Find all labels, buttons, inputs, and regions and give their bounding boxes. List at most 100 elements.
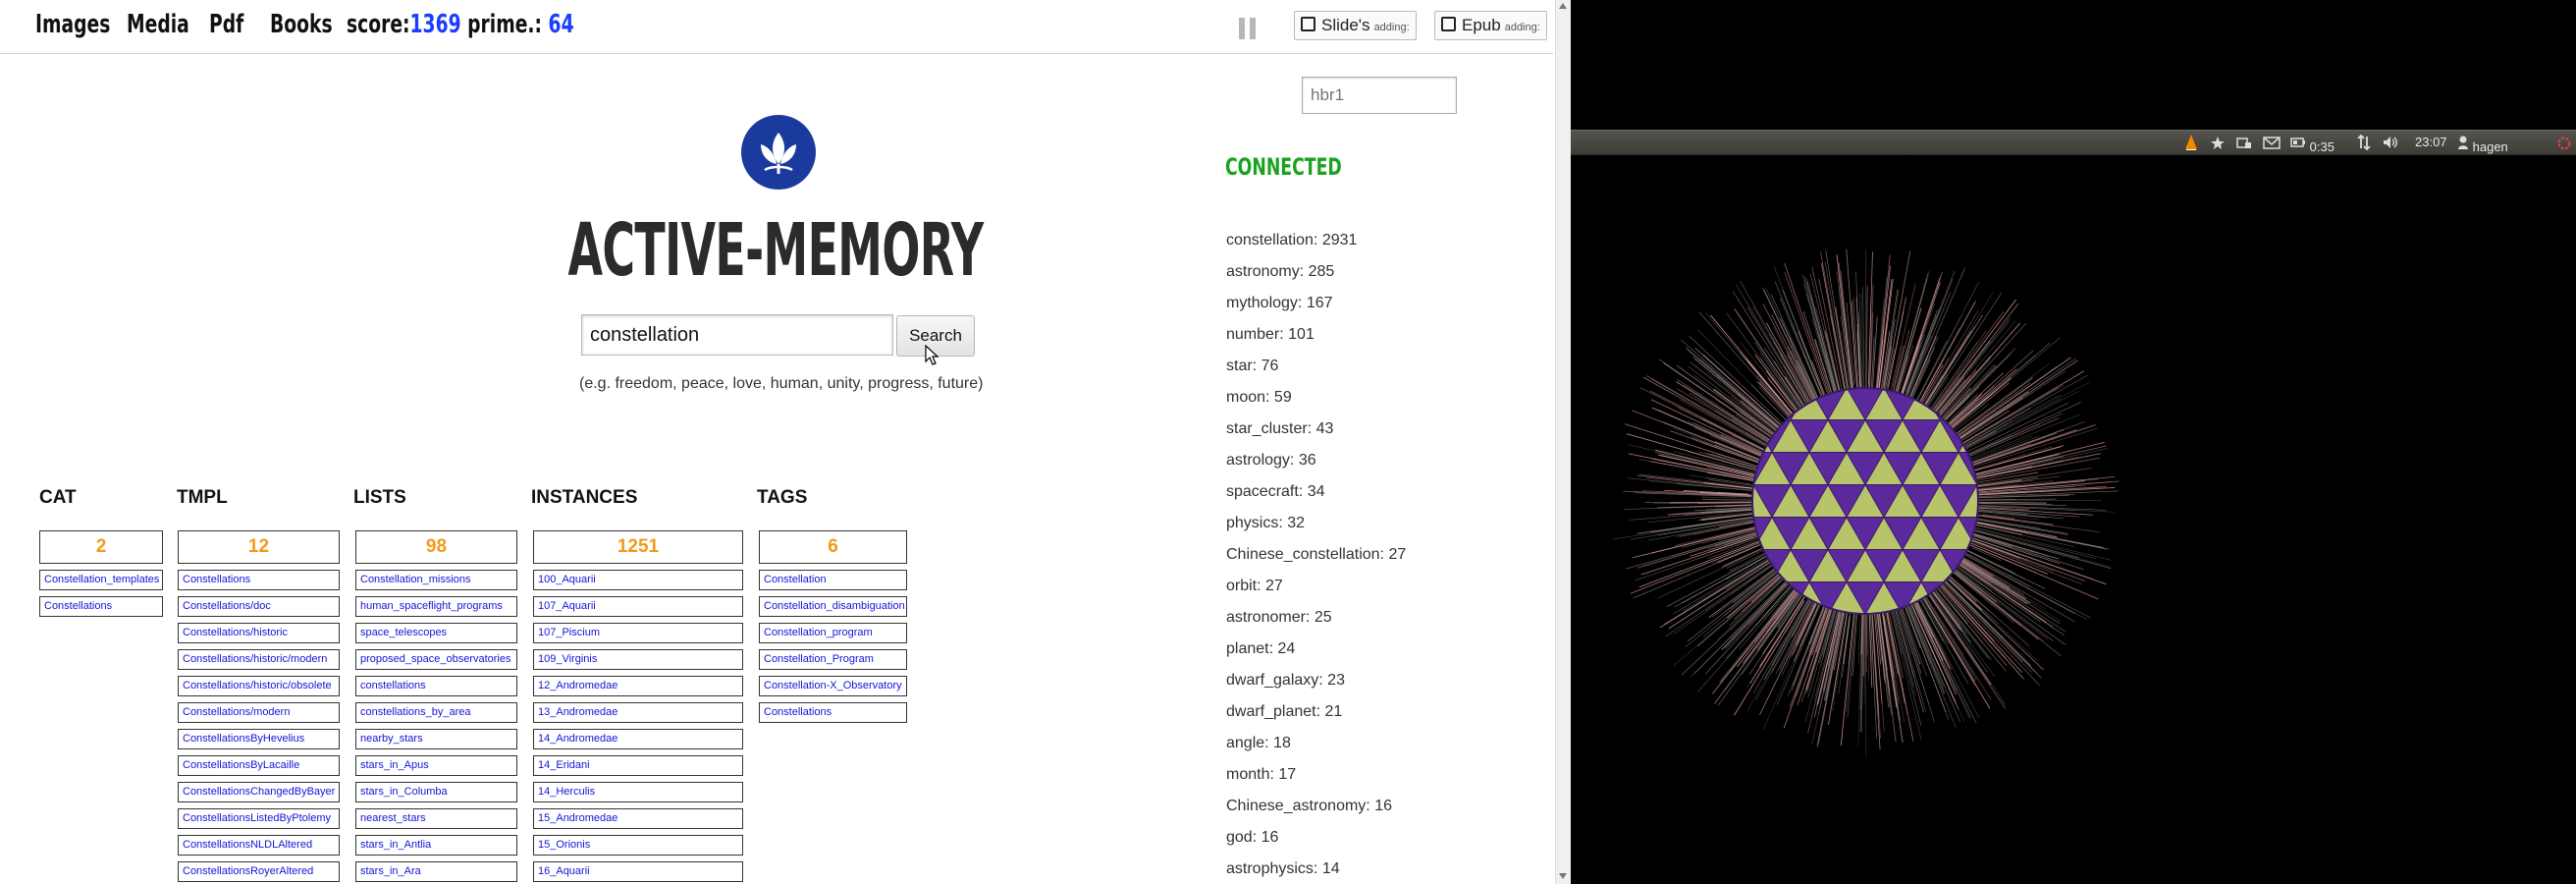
clock[interactable]: 23:07 (2415, 134, 2447, 151)
nav-link-pdf[interactable]: Pdf (209, 10, 243, 39)
result-link[interactable]: nearby_stars (355, 729, 517, 749)
term-frequency-item: astronomer: 25 (1226, 609, 1332, 626)
result-link[interactable]: 14_Andromedae (533, 729, 743, 749)
result-link[interactable]: Constellation_missions (355, 570, 517, 590)
sphere-spike (1726, 556, 1766, 580)
vlc-icon[interactable] (2183, 134, 2199, 151)
result-link[interactable]: Constellation_disambiguation (759, 596, 907, 617)
result-link[interactable]: Constellations/historic/obsolete (178, 676, 340, 696)
result-link[interactable]: 16_Aquarii (533, 861, 743, 882)
score-label: score: (347, 10, 410, 39)
result-link[interactable]: proposed_space_observatories (355, 649, 517, 670)
sphere-spike (1626, 433, 1778, 477)
spiky-sphere-visualization (1613, 249, 2120, 756)
result-link[interactable]: constellations_by_area (355, 702, 517, 723)
result-link[interactable]: 15_Andromedae (533, 808, 743, 829)
result-link[interactable]: Constellation-X_Observatory (759, 676, 907, 696)
mail-icon[interactable] (2263, 134, 2281, 151)
result-link[interactable]: Constellation (759, 570, 907, 590)
result-link[interactable]: ConstellationsChangedByBayer (178, 782, 340, 802)
sphere-facet (2052, 582, 2089, 615)
user-icon (2458, 136, 2468, 149)
result-link[interactable]: 100_Aquarii (533, 570, 743, 590)
term-frequency-item: angle: 18 (1226, 735, 1291, 751)
display-icon[interactable] (2236, 134, 2252, 151)
result-link[interactable]: nearest_stars (355, 808, 517, 829)
result-count: 1251 (533, 530, 743, 564)
slides-label: Slide's (1321, 16, 1370, 34)
result-link[interactable]: Constellations/doc (178, 596, 340, 617)
result-link[interactable]: Constellation_templates (39, 570, 163, 590)
result-link[interactable]: human_spaceflight_programs (355, 596, 517, 617)
result-link[interactable]: ConstellationsRoyerAltered (178, 861, 340, 882)
result-link[interactable]: stars_in_Ara (355, 861, 517, 882)
result-link[interactable]: 12_Andromedae (533, 676, 743, 696)
connection-status: CONNECTED (1225, 153, 1342, 181)
result-link[interactable]: 14_Herculis (533, 782, 743, 802)
tmpl-column: 12 Constellations Constellations/doc Conste… (178, 530, 340, 882)
term-frequency-item: Chinese_astronomy: 16 (1226, 798, 1392, 814)
scroll-up-icon[interactable] (1559, 3, 1567, 9)
sphere-spike (1762, 304, 1822, 416)
result-link[interactable]: 13_Andromedae (533, 702, 743, 723)
result-link[interactable]: constellations (355, 676, 517, 696)
instances-heading: INSTANCES (531, 487, 638, 508)
network-icon[interactable] (2210, 134, 2226, 151)
sphere-spike (1898, 282, 1941, 405)
epub-label: Epub (1462, 16, 1501, 34)
power-icon[interactable] (2556, 134, 2572, 151)
nav-link-media[interactable]: Media (127, 10, 189, 39)
result-link[interactable]: ConstellationsListedByPtolemy (178, 808, 340, 829)
result-link[interactable]: 107_Piscium (533, 623, 743, 643)
result-link[interactable]: Constellations (39, 596, 163, 617)
result-link[interactable]: Constellations/historic/modern (178, 649, 340, 670)
score-value: 1369 (409, 10, 461, 39)
term-frequency-item: mythology: 167 (1226, 295, 1333, 311)
result-link[interactable]: stars_in_Antlia (355, 835, 517, 856)
epub-adding-button[interactable]: Epub adding: (1434, 11, 1547, 40)
lotus-logo-icon (741, 115, 816, 190)
nav-link-books[interactable]: Books (270, 10, 333, 39)
result-link[interactable]: ConstellationsNLDLAltered (178, 835, 340, 856)
term-frequency-item: dwarf_planet: 21 (1226, 703, 1343, 720)
result-link[interactable]: 107_Aquarii (533, 596, 743, 617)
result-link[interactable]: 109_Virginis (533, 649, 743, 670)
result-link[interactable]: stars_in_Apus (355, 755, 517, 776)
slides-icon (1301, 17, 1315, 31)
slides-adding-button[interactable]: Slide's adding: (1294, 11, 1417, 40)
user-menu[interactable]: hagen (2457, 134, 2508, 154)
volume-icon[interactable] (2382, 134, 2399, 151)
instances-column: 1251 100_Aquarii 107_Aquarii 107_Piscium 109… (533, 530, 743, 882)
search-input[interactable] (581, 314, 893, 356)
page-scrollbar[interactable] (1555, 0, 1571, 884)
result-link[interactable]: Constellations (759, 702, 907, 723)
result-link[interactable]: 14_Eridani (533, 755, 743, 776)
scroll-down-icon[interactable] (1559, 873, 1567, 879)
cat-column: 2 Constellation_templates Constellations (39, 530, 163, 617)
tmpl-heading: TMPL (177, 487, 228, 508)
sphere-spike (1863, 605, 1865, 677)
transfer-icon[interactable] (2356, 134, 2372, 151)
result-link[interactable]: Constellation_Program (759, 649, 907, 670)
result-link[interactable]: Constellations/modern (178, 702, 340, 723)
result-link[interactable]: ConstellationsByLacaille (178, 755, 340, 776)
result-link[interactable]: Constellation_program (759, 623, 907, 643)
battery-indicator[interactable]: 0:35 (2290, 134, 2334, 154)
pause-icon[interactable] (1239, 18, 1257, 39)
sphere-spike (1673, 555, 1773, 615)
result-link[interactable]: Constellations (178, 570, 340, 590)
result-count: 98 (355, 530, 517, 564)
nav-link-images[interactable]: Images (35, 10, 110, 39)
term-frequency-item: constellation: 2931 (1226, 232, 1358, 249)
browser-window: Images Media Pdf Books score:1369 prime.… (0, 0, 1571, 884)
result-link[interactable]: space_telescopes (355, 623, 517, 643)
result-link[interactable]: ConstellationsByHevelius (178, 729, 340, 749)
result-link[interactable]: stars_in_Columba (355, 782, 517, 802)
term-frequency-item: star: 76 (1226, 358, 1279, 374)
prime-label: prime.: (467, 10, 543, 39)
result-link[interactable]: Constellations/historic (178, 623, 340, 643)
result-link[interactable]: 15_Orionis (533, 835, 743, 856)
sphere-facet (1660, 485, 1697, 518)
term-frequency-item: astronomy: 285 (1226, 263, 1335, 280)
hbr-input[interactable] (1302, 77, 1457, 114)
